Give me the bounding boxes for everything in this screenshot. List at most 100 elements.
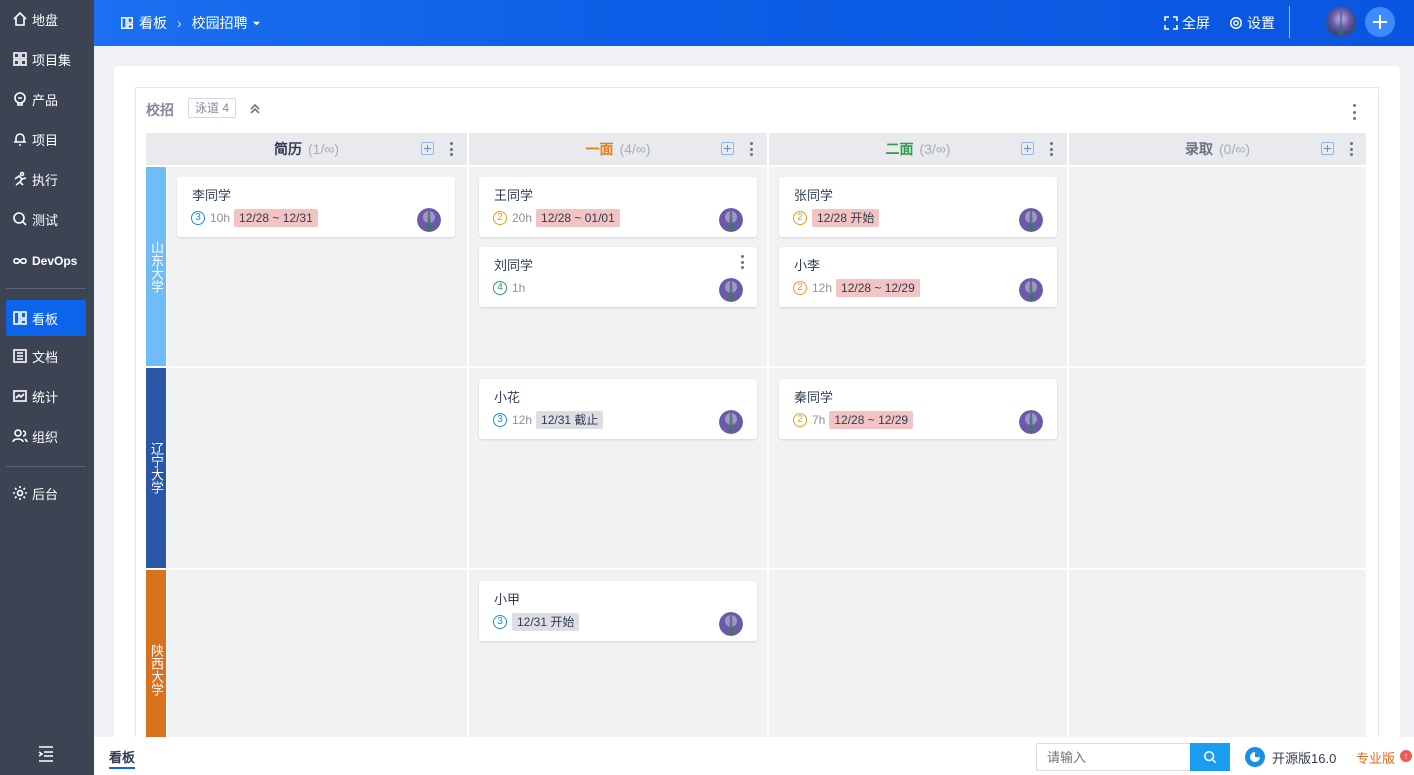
settings-button[interactable]: 设置 bbox=[1229, 0, 1275, 46]
grid-icon bbox=[12, 51, 28, 67]
add-card-icon[interactable] bbox=[1021, 142, 1034, 155]
column-header-resume: 简历 (1/∞) bbox=[146, 133, 467, 165]
chart-icon bbox=[12, 388, 28, 404]
kanban-icon bbox=[121, 17, 133, 29]
add-card-icon[interactable] bbox=[1321, 142, 1334, 155]
estimate-hours: 10h bbox=[210, 211, 231, 225]
sidebar-item-label: 产品 bbox=[32, 92, 59, 108]
breadcrumb-current[interactable]: 校园招聘 bbox=[192, 13, 248, 33]
top-header: 看板 › 校园招聘 全屏 设置 bbox=[94, 0, 1414, 46]
priority-badge: 3 bbox=[493, 413, 507, 427]
priority-badge: 4 bbox=[493, 281, 507, 295]
add-card-icon[interactable] bbox=[721, 142, 734, 155]
breadcrumb-root[interactable]: 看板 bbox=[139, 13, 167, 33]
lane-header[interactable]: 陕西大学 bbox=[146, 570, 166, 756]
user-avatar[interactable] bbox=[1326, 7, 1356, 37]
lane-header[interactable]: 山东大学 bbox=[146, 167, 166, 366]
menu-collapse-icon[interactable] bbox=[36, 745, 56, 763]
kanban-board: 校招 泳道 4 简历 (1/∞) 一面 (4/∞) 二面 (3/∞) 录取 (0… bbox=[135, 87, 1379, 756]
assignee-avatar[interactable] bbox=[1019, 208, 1043, 232]
search-input[interactable] bbox=[1036, 743, 1190, 771]
upgrade-icon[interactable]: ↑ bbox=[1400, 750, 1412, 762]
breadcrumb: 看板 › 校园招聘 bbox=[120, 0, 261, 46]
header-divider bbox=[1289, 6, 1290, 38]
card-meta: 2 12/28 开始 bbox=[793, 209, 880, 227]
column-more-icon[interactable] bbox=[1049, 142, 1053, 156]
kanban-card[interactable]: 刘同学 4 1h bbox=[479, 247, 757, 307]
date-tag: 12/28 ~ 01/01 bbox=[536, 209, 620, 227]
column-more-icon[interactable] bbox=[749, 142, 753, 156]
sidebar-item-doc[interactable]: 文档 bbox=[6, 338, 86, 374]
sidebar-item-program[interactable]: 项目集 bbox=[6, 41, 86, 77]
sidebar-item-test[interactable]: 测试 bbox=[6, 201, 86, 237]
caret-down-icon[interactable] bbox=[252, 19, 261, 28]
column-count: (4/∞) bbox=[619, 141, 651, 157]
sidebar-item-label: 项目 bbox=[32, 132, 59, 148]
home-icon bbox=[12, 11, 28, 27]
sidebar-item-label: DevOps bbox=[32, 254, 78, 268]
sidebar-item-label: 地盘 bbox=[32, 12, 59, 28]
sidebar-item-product[interactable]: 产品 bbox=[6, 81, 86, 117]
assignee-avatar[interactable] bbox=[1019, 278, 1043, 302]
column-title: 简历 bbox=[274, 141, 302, 157]
search-button[interactable] bbox=[1190, 743, 1230, 771]
sidebar-item-label: 执行 bbox=[32, 172, 59, 188]
card-meta: 3 10h 12/28 ~ 12/31 bbox=[191, 209, 318, 227]
kanban-card[interactable]: 小李 2 12h 12/28 ~ 12/29 bbox=[779, 247, 1057, 307]
board-title: 校招 bbox=[146, 102, 174, 118]
assignee-avatar[interactable] bbox=[1019, 410, 1043, 434]
assignee-avatar[interactable] bbox=[719, 208, 743, 232]
assignee-avatar[interactable] bbox=[719, 278, 743, 302]
sidebar-item-report[interactable]: 统计 bbox=[6, 378, 86, 414]
column-count: (1/∞) bbox=[308, 141, 339, 157]
kanban-card[interactable]: 小花 3 12h 12/31 截止 bbox=[479, 379, 757, 439]
sidebar-item-devops[interactable]: DevOps bbox=[6, 243, 86, 279]
footer-bar: 看板 开源版16.0 专业版 ↑ bbox=[94, 737, 1414, 775]
assignee-avatar[interactable] bbox=[719, 410, 743, 434]
date-tag: 12/28 ~ 12/29 bbox=[829, 411, 914, 429]
bell-icon bbox=[12, 131, 28, 147]
column-more-icon[interactable] bbox=[1349, 142, 1353, 156]
kanban-cell bbox=[769, 570, 1067, 756]
date-tag: 12/28 ~ 12/29 bbox=[836, 279, 920, 297]
sidebar-item-admin[interactable]: 后台 bbox=[6, 475, 86, 511]
priority-badge: 2 bbox=[793, 211, 807, 225]
sidebar-item-execution[interactable]: 执行 bbox=[6, 161, 86, 197]
kanban-card[interactable]: 小甲 3 12/31 开始 bbox=[479, 581, 757, 641]
sidebar-item-kanban[interactable]: 看板 bbox=[6, 300, 86, 336]
settings-label: 设置 bbox=[1247, 15, 1275, 31]
add-card-icon[interactable] bbox=[421, 142, 434, 155]
sidebar-item-dashboard[interactable]: 地盘 bbox=[6, 1, 86, 37]
sidebar-item-org[interactable]: 组织 bbox=[6, 418, 86, 454]
version-label: 开源版16.0 bbox=[1272, 751, 1337, 766]
people-icon bbox=[12, 428, 28, 444]
double-chevron-up-icon[interactable] bbox=[248, 102, 262, 116]
estimate-hours: 7h bbox=[812, 413, 826, 427]
estimate-hours: 12h bbox=[512, 413, 533, 427]
card-meta: 2 12h 12/28 ~ 12/29 bbox=[793, 279, 920, 297]
column-count: (0/∞) bbox=[1219, 141, 1250, 157]
pro-edition-link[interactable]: 专业版 bbox=[1356, 748, 1395, 767]
bulb-icon bbox=[12, 91, 28, 107]
sidebar-item-label: 统计 bbox=[32, 389, 59, 405]
footer-tab-kanban[interactable]: 看板 bbox=[109, 747, 136, 769]
assignee-avatar[interactable] bbox=[719, 612, 743, 636]
fullscreen-button[interactable]: 全屏 bbox=[1164, 0, 1210, 46]
kanban-card[interactable]: 李同学 3 10h 12/28 ~ 12/31 bbox=[177, 177, 455, 237]
card-more-icon[interactable] bbox=[740, 255, 744, 269]
kanban-card[interactable]: 秦同学 2 7h 12/28 ~ 12/29 bbox=[779, 379, 1057, 439]
card-title: 王同学 bbox=[494, 188, 534, 203]
kanban-cell bbox=[167, 570, 467, 756]
priority-badge: 2 bbox=[793, 413, 807, 427]
sidebar-item-project[interactable]: 项目 bbox=[6, 121, 86, 157]
board-more-icon[interactable] bbox=[1349, 104, 1359, 120]
create-button[interactable] bbox=[1365, 7, 1395, 37]
kanban-card[interactable]: 王同学 2 20h 12/28 ~ 01/01 bbox=[479, 177, 757, 237]
card-title: 李同学 bbox=[192, 188, 232, 203]
kanban-card[interactable]: 张同学 2 12/28 开始 bbox=[779, 177, 1057, 237]
lane-header[interactable]: 辽宁大学 bbox=[146, 368, 166, 568]
kanban-cell bbox=[1069, 368, 1366, 568]
assignee-avatar[interactable] bbox=[417, 208, 441, 232]
column-more-icon[interactable] bbox=[449, 142, 453, 156]
infinity-icon bbox=[12, 253, 28, 269]
